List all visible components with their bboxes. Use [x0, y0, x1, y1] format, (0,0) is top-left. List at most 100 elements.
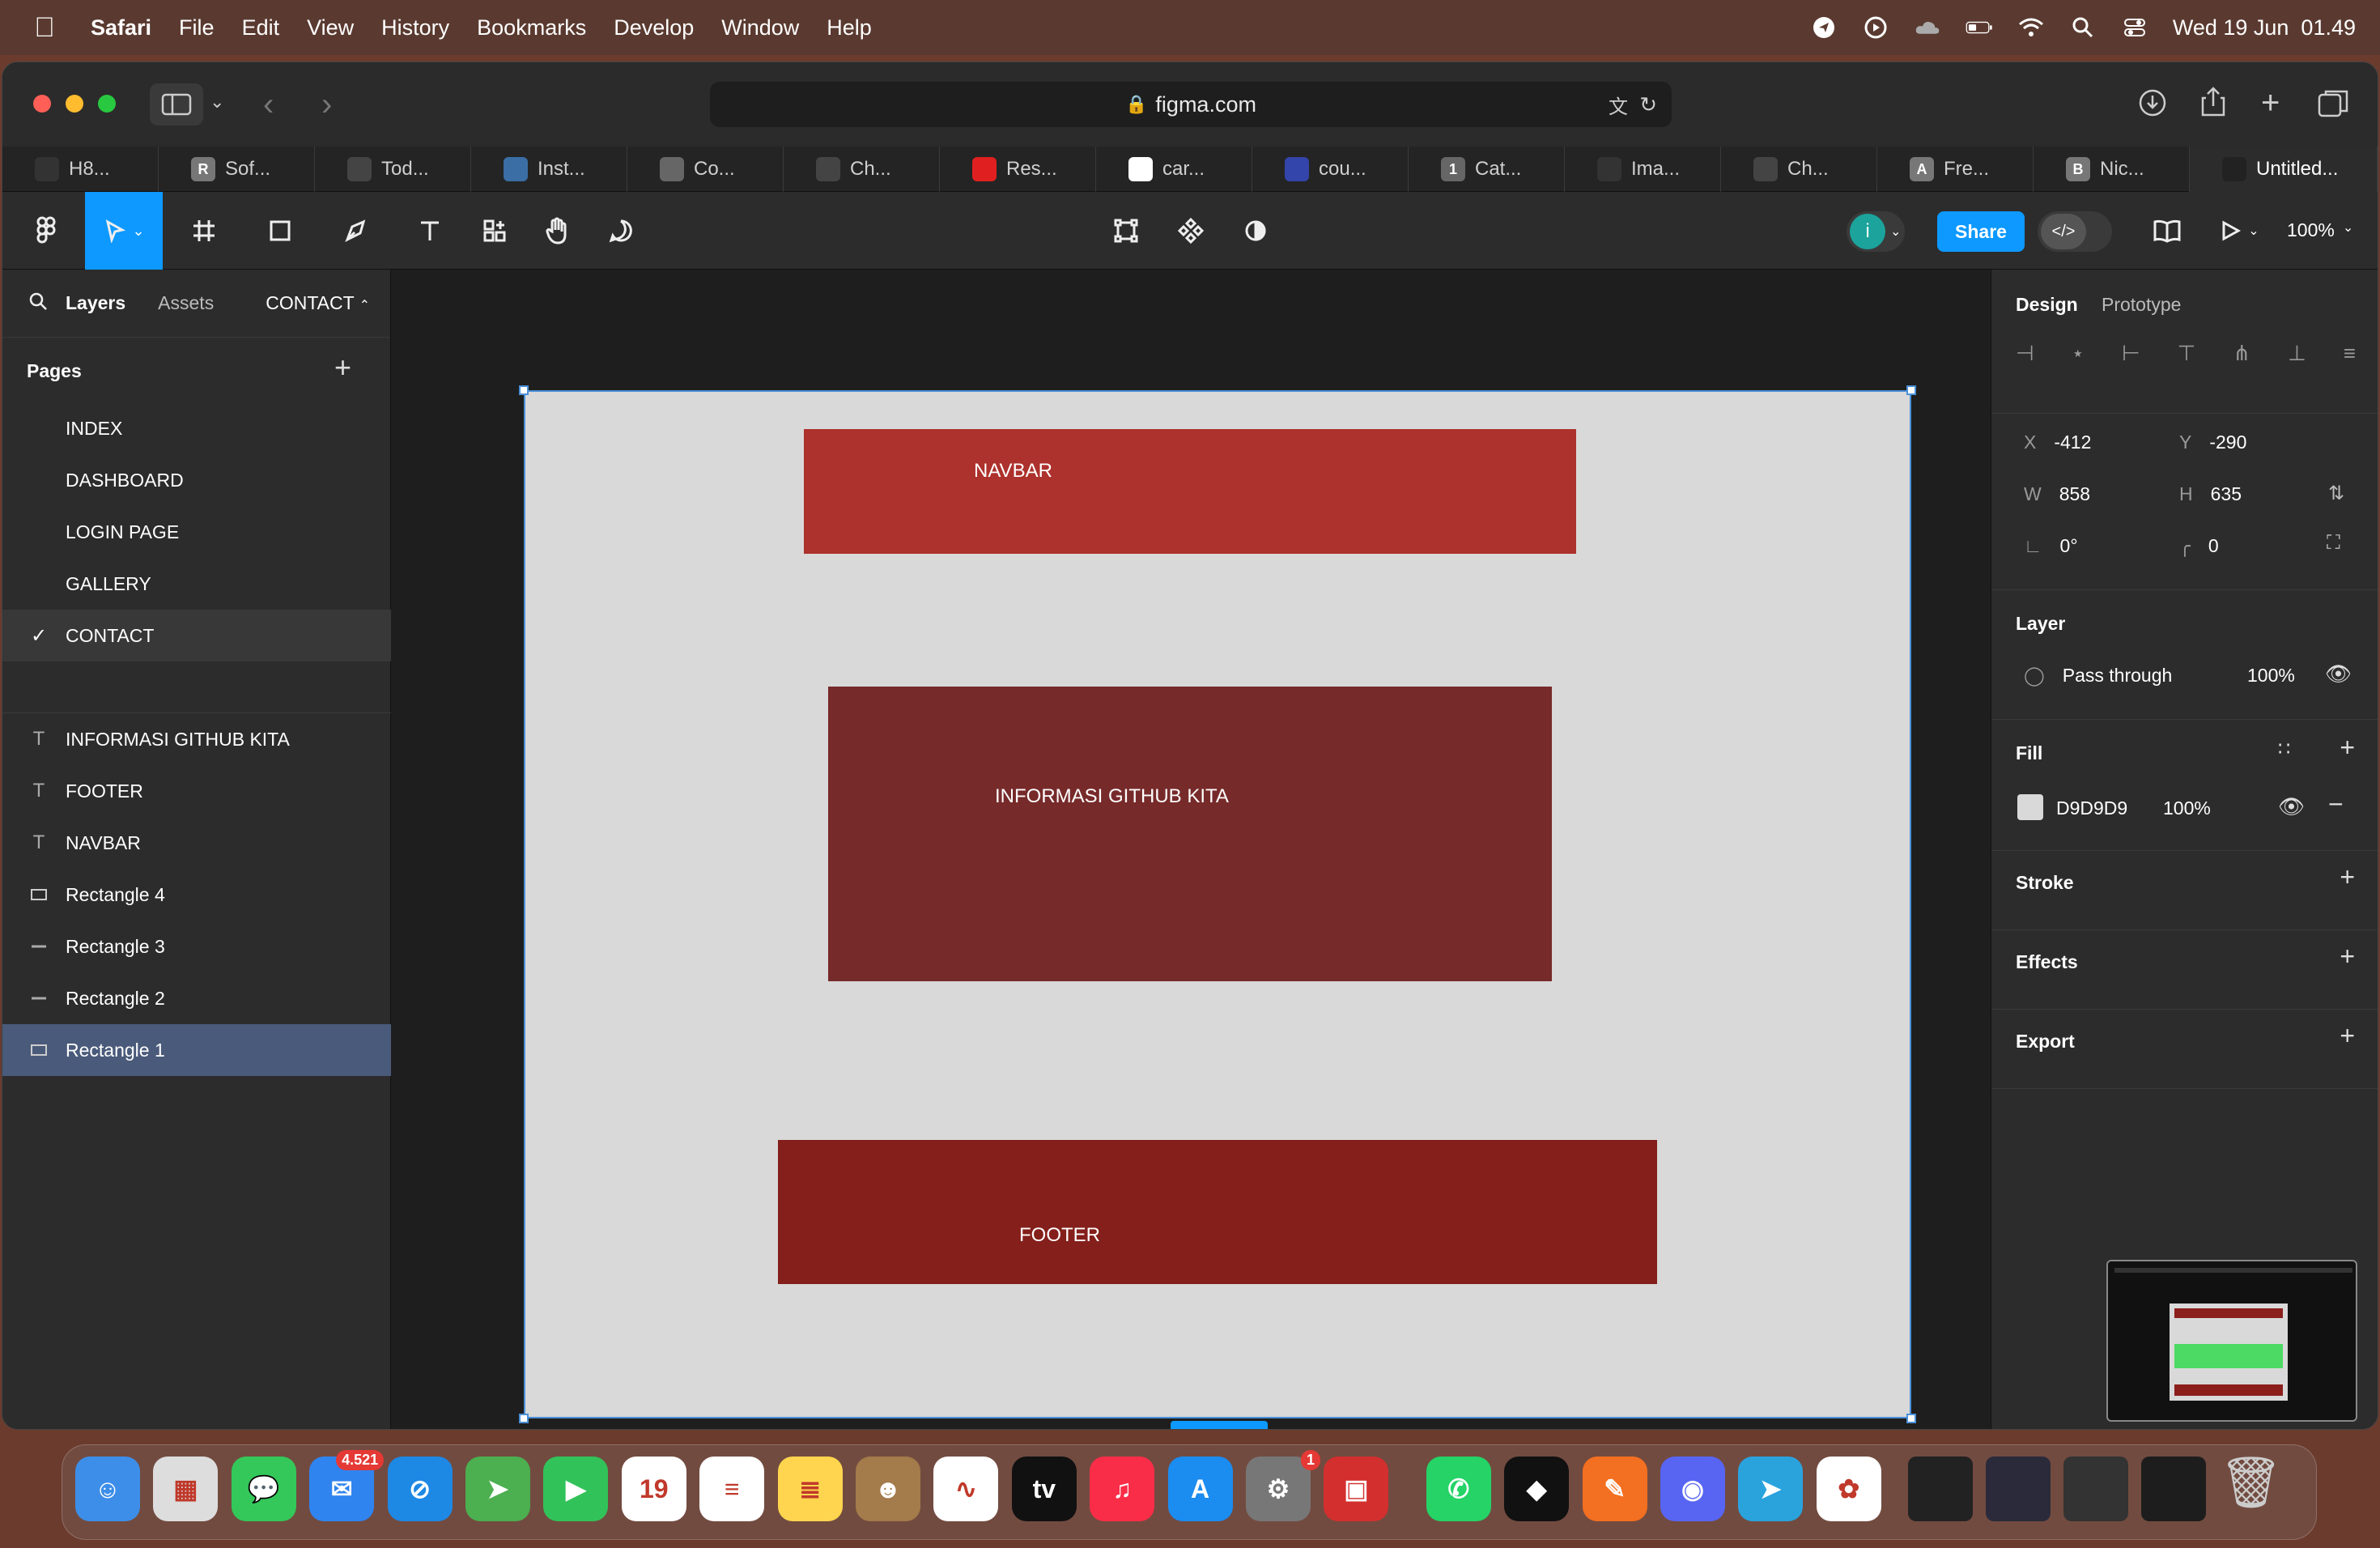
browser-tab[interactable]: Inst...	[471, 147, 627, 192]
pencil-icon[interactable]: ✎	[1582, 1457, 1647, 1521]
window-preview-thumbnail[interactable]	[2106, 1260, 2357, 1422]
whatsapp-icon[interactable]: ✆	[1426, 1457, 1491, 1521]
menu-edit[interactable]: Edit	[242, 15, 280, 40]
menu-history[interactable]: History	[381, 15, 449, 40]
browser-tab[interactable]: H8...	[2, 147, 159, 192]
page-switcher[interactable]: CONTACT ⌃	[266, 292, 370, 314]
figma-menu-icon[interactable]	[20, 192, 74, 270]
resize-handle[interactable]	[1906, 385, 1916, 395]
reminders-icon[interactable]: ≡	[699, 1457, 765, 1521]
freeform-icon[interactable]: ∿	[933, 1457, 999, 1521]
recent-window-thumbnail[interactable]	[2063, 1457, 2128, 1521]
calendar-icon[interactable]: 19	[621, 1457, 686, 1521]
browser-tab[interactable]: car...	[1096, 147, 1252, 192]
component-icon[interactable]	[1168, 192, 1213, 270]
add-page-icon[interactable]: +	[334, 351, 351, 385]
menu-develop[interactable]: Develop	[614, 15, 694, 40]
text-tool-icon[interactable]	[407, 192, 453, 270]
footer-rectangle[interactable]: FOOTER	[778, 1140, 1657, 1284]
menu-view[interactable]: View	[307, 15, 354, 40]
browser-tab[interactable]: B Nic...	[2034, 147, 2190, 192]
browser-tab[interactable]: Res...	[940, 147, 1096, 192]
menu-window[interactable]: Window	[721, 15, 799, 40]
tab-overview-icon[interactable]	[2318, 88, 2348, 121]
layer-row[interactable]: Rectangle 2	[2, 972, 391, 1024]
browser-tab[interactable]: cou...	[1252, 147, 1409, 192]
wifi-icon[interactable]	[2017, 15, 2045, 40]
browser-tab[interactable]: Ima...	[1565, 147, 1721, 192]
trash-icon[interactable]: 🗑	[2219, 1453, 2284, 1525]
messages-icon[interactable]: 💬	[231, 1457, 296, 1521]
browser-tab[interactable]: Co...	[627, 147, 784, 192]
apple-tv-icon[interactable]: tv	[1011, 1457, 1077, 1521]
comment-tool-icon[interactable]	[598, 192, 644, 270]
resize-handle[interactable]	[519, 385, 529, 395]
rectangle-tool-icon[interactable]	[253, 192, 307, 270]
present-play-icon[interactable]: ⌄	[2212, 192, 2266, 270]
tab-layers[interactable]: Layers	[66, 292, 125, 314]
app-store-icon[interactable]: A	[1167, 1457, 1233, 1521]
resize-handle[interactable]	[1906, 1414, 1916, 1423]
hand-tool-icon[interactable]	[535, 192, 580, 270]
battery-icon[interactable]	[1966, 15, 1993, 40]
page-item[interactable]: ✓ CONTACT	[2, 610, 391, 661]
sidebar-toggle-icon[interactable]	[150, 83, 203, 125]
dev-mode-toggle[interactable]: </>	[2038, 211, 2112, 252]
pen-tool-icon[interactable]	[329, 192, 383, 270]
resize-handle[interactable]	[519, 1414, 529, 1423]
new-tab-icon[interactable]: +	[2261, 85, 2280, 121]
edit-object-icon[interactable]	[1103, 192, 1149, 270]
library-book-icon[interactable]	[2144, 192, 2190, 270]
control-center-icon[interactable]	[2121, 15, 2148, 40]
page-item[interactable]: INDEX	[2, 402, 391, 454]
system-settings-icon[interactable]: ⚙ 1	[1246, 1450, 1320, 1521]
translate-icon[interactable]: 文	[1609, 91, 1628, 119]
layer-row[interactable]: Rectangle 3	[2, 921, 391, 972]
music-icon[interactable]: ♫	[1090, 1457, 1155, 1521]
recent-window-thumbnail[interactable]	[1908, 1457, 1973, 1521]
info-rectangle[interactable]: INFORMASI GITHUB KITA	[828, 687, 1552, 981]
location-arrow-icon[interactable]	[1810, 15, 1838, 40]
launchpad-icon[interactable]: ▦	[153, 1457, 219, 1521]
tab-assets[interactable]: Assets	[158, 292, 214, 314]
mail-icon[interactable]: ✉ 4.521	[309, 1450, 385, 1521]
finder-icon[interactable]: ☺	[75, 1457, 140, 1521]
minimize-window-button[interactable]	[66, 95, 83, 113]
page-item[interactable]: LOGIN PAGE	[2, 506, 391, 558]
layer-row[interactable]: Rectangle 1	[2, 1024, 391, 1076]
frame-tool-icon[interactable]	[177, 192, 231, 270]
reload-icon[interactable]: ↻	[1639, 92, 1657, 117]
safari-icon[interactable]: ⊘	[387, 1457, 453, 1521]
unity-icon[interactable]: ◆	[1504, 1457, 1570, 1521]
menu-bookmarks[interactable]: Bookmarks	[477, 15, 586, 40]
browser-tab[interactable]: R Sof...	[159, 147, 315, 192]
page-item[interactable]: DASHBOARD	[2, 454, 391, 506]
cloud-icon[interactable]	[1914, 15, 1941, 40]
footer-text[interactable]: FOOTER	[1019, 1224, 1100, 1247]
contacts-icon[interactable]: ☻	[856, 1457, 920, 1521]
menubar-clock[interactable]: Wed 19 Jun 01.49	[2173, 15, 2356, 40]
back-icon[interactable]: ‹	[263, 87, 274, 123]
layer-row[interactable]: T FOOTER	[2, 765, 391, 817]
layer-row[interactable]: T INFORMASI GITHUB KITA	[2, 713, 391, 765]
browser-tab[interactable]: A Fre...	[1877, 147, 2034, 192]
navbar-rectangle[interactable]: NAVBAR	[804, 429, 1576, 554]
menu-help[interactable]: Help	[827, 15, 872, 40]
user-avatar-menu[interactable]: i ⌄	[1847, 211, 1905, 252]
resources-tool-icon[interactable]	[472, 192, 517, 270]
menu-file[interactable]: File	[179, 15, 215, 40]
maps-icon[interactable]: ➤	[465, 1457, 530, 1521]
move-tool-icon[interactable]: ⌄	[85, 192, 163, 270]
page-item[interactable]: GALLERY	[2, 558, 391, 610]
browser-tab[interactable]: Untitled...	[2190, 147, 2378, 192]
info-text[interactable]: INFORMASI GITHUB KITA	[995, 785, 1229, 808]
discord-icon[interactable]: ◉	[1660, 1457, 1725, 1521]
apple-menu-icon[interactable]: 	[31, 12, 58, 43]
address-bar[interactable]: 🔒 figma.com 文 ↻	[710, 82, 1672, 127]
recent-window-thumbnail[interactable]	[1986, 1457, 2051, 1521]
facetime-icon[interactable]: ▶	[543, 1457, 609, 1521]
zoom-window-button[interactable]	[98, 95, 116, 113]
recent-window-thumbnail[interactable]	[2141, 1457, 2206, 1521]
telegram-icon[interactable]: ➤	[1738, 1457, 1804, 1521]
browser-tab[interactable]: Ch...	[1721, 147, 1877, 192]
